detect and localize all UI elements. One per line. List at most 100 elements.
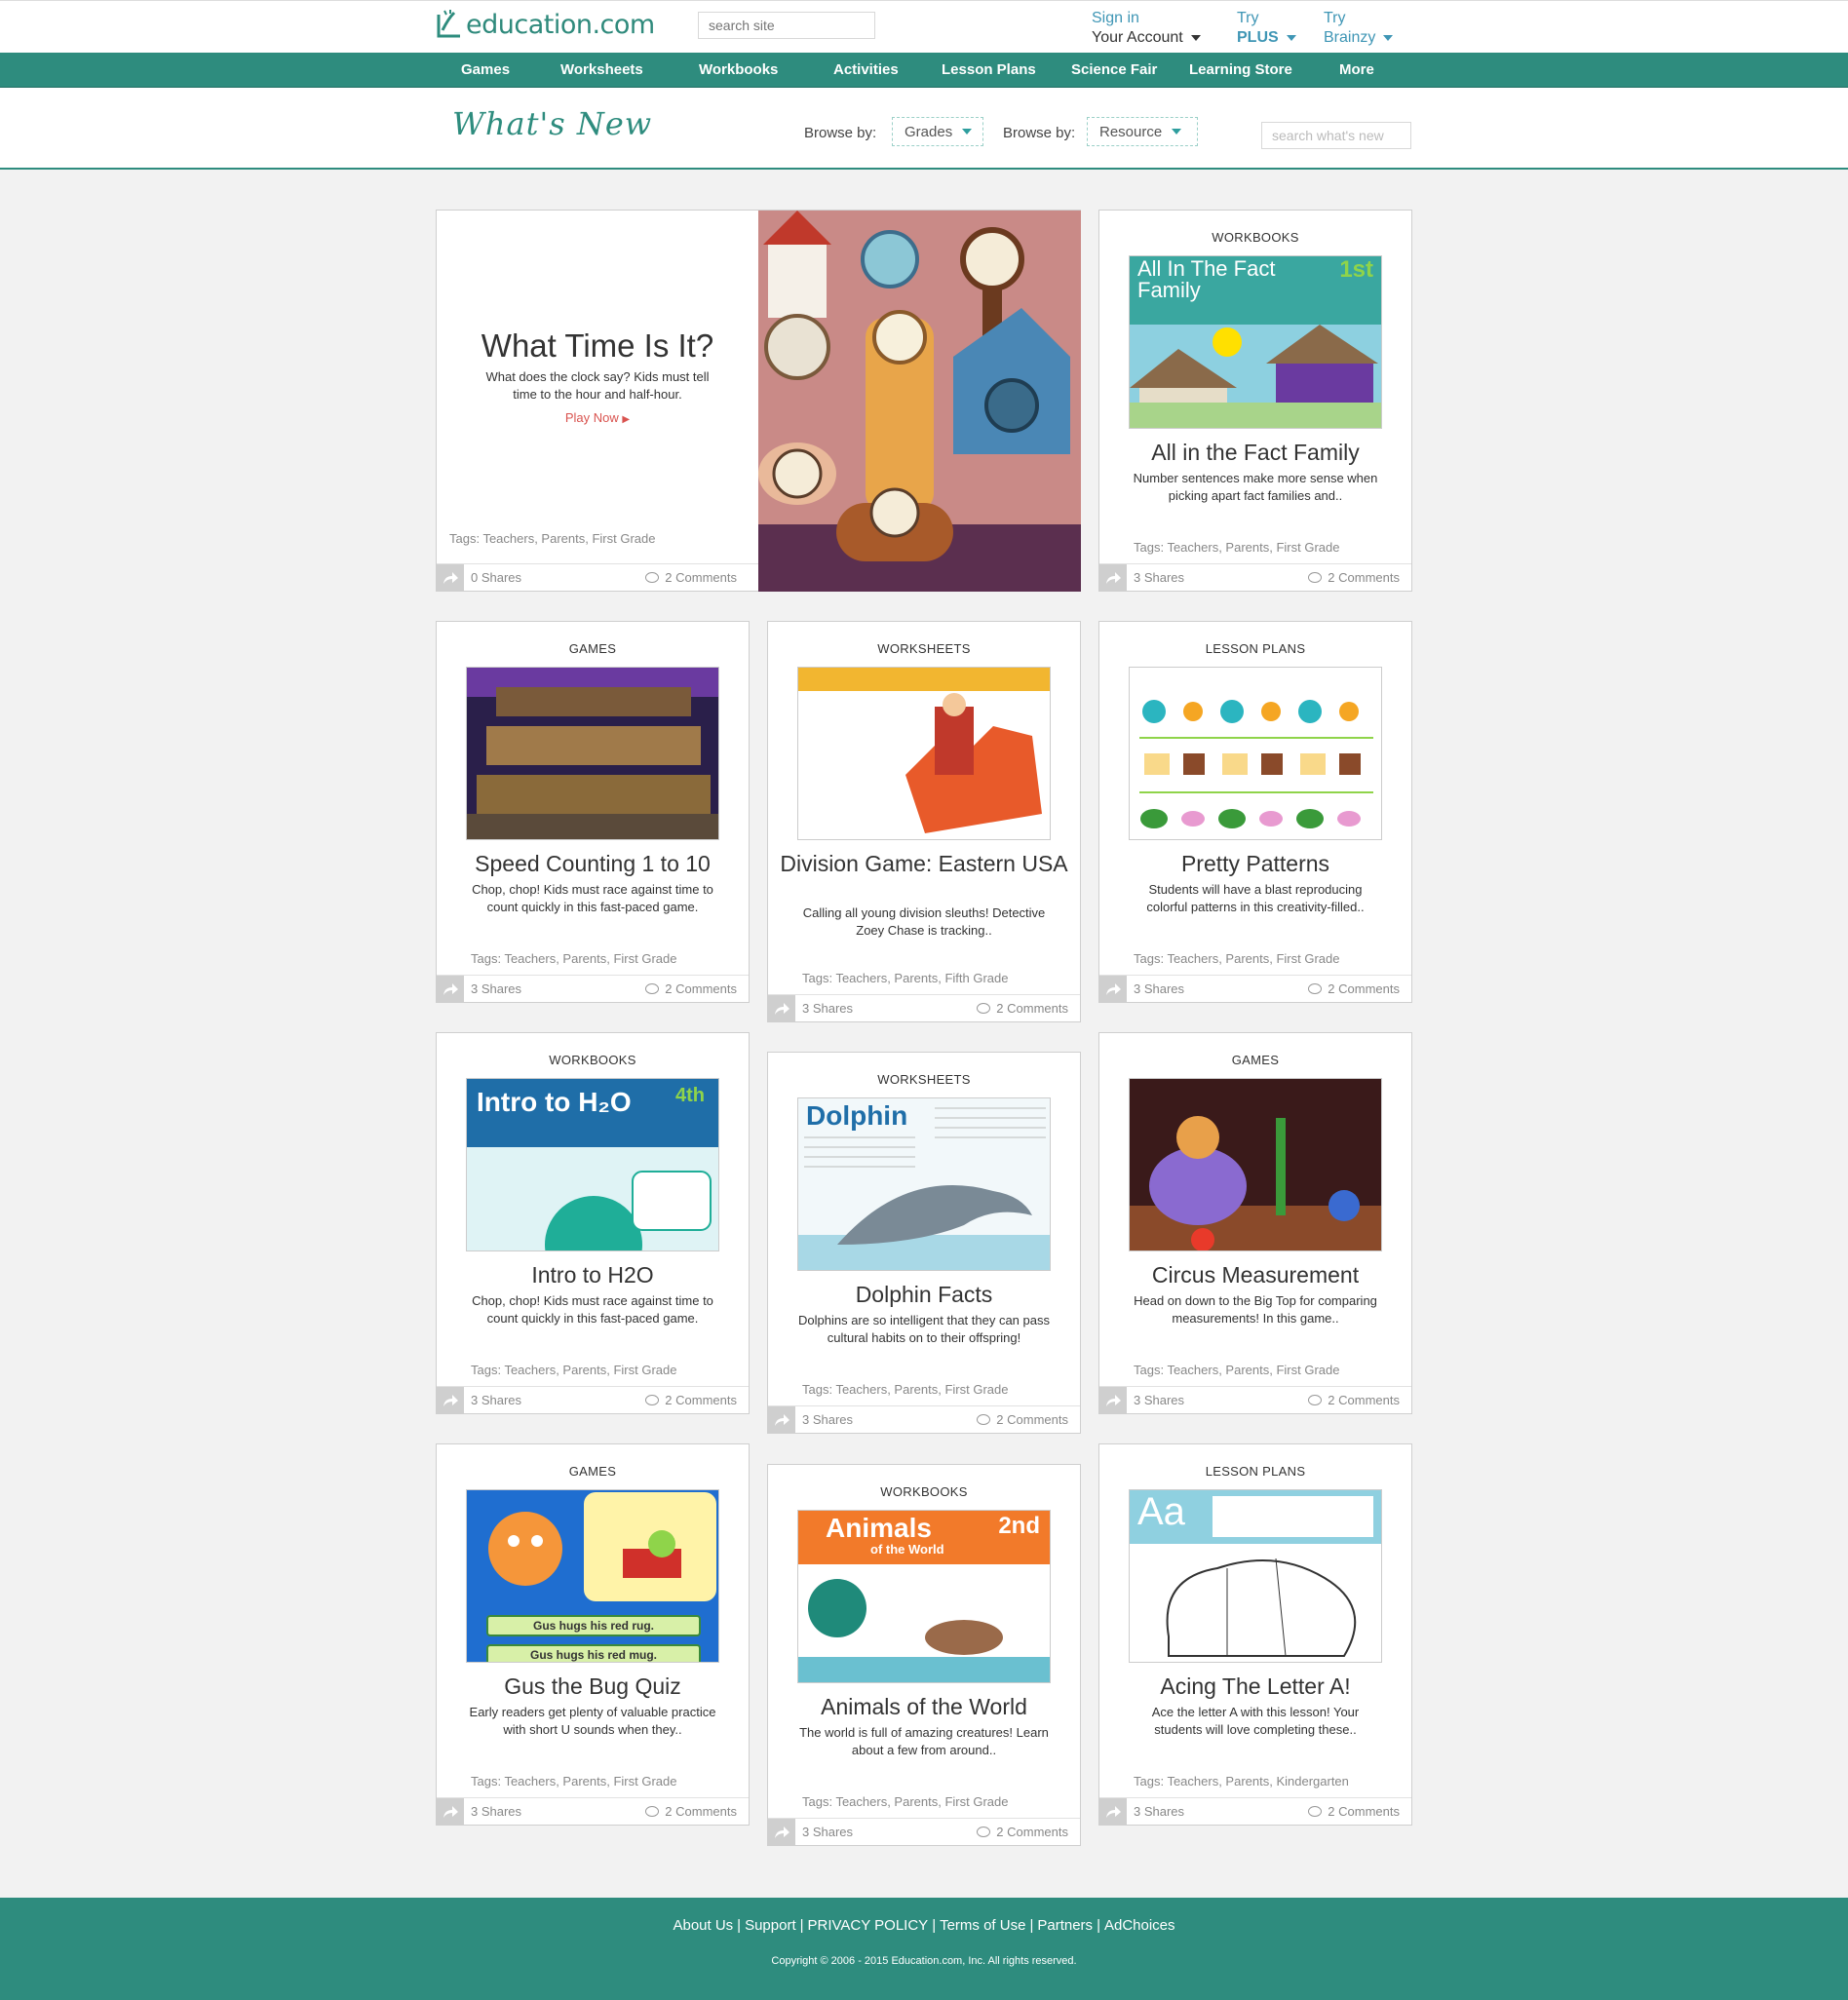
sign-in-link[interactable]: Sign in (1092, 9, 1201, 28)
try-plus-menu[interactable]: Try PLUS (1237, 9, 1296, 48)
featured-shares: 0 Shares (471, 570, 522, 585)
card-description: Chop, chop! Kids must race against time … (472, 1293, 713, 1326)
card-thumbnail[interactable] (1129, 667, 1382, 840)
share-icon[interactable] (437, 976, 464, 1002)
card-pretty-patterns[interactable]: LESSON PLANS Pretty Patterns Students wi… (1098, 621, 1412, 1003)
featured-image-clocks[interactable] (758, 211, 1081, 592)
card-thumbnail[interactable] (797, 667, 1051, 840)
card-title[interactable]: Speed Counting 1 to 10 (446, 851, 739, 876)
card-acing-the-letter-a[interactable]: LESSON PLANS Aa Acing The Letter A! Ace … (1098, 1443, 1412, 1826)
card-title[interactable]: Gus the Bug Quiz (446, 1673, 739, 1699)
chevron-down-icon (962, 129, 973, 135)
nav-item-activities[interactable]: Activities (833, 53, 899, 88)
card-title[interactable]: Circus Measurement (1109, 1262, 1402, 1288)
card-speed-counting[interactable]: GAMES Speed Counting 1 to 10 Chop, chop!… (436, 621, 750, 1003)
try-brainzy-menu[interactable]: Try Brainzy (1324, 9, 1394, 48)
comments-link[interactable]: 2 Comments (1308, 1804, 1400, 1819)
share-icon[interactable] (437, 1798, 464, 1825)
footer-link-about-us[interactable]: About Us (673, 1917, 733, 1934)
book-logo-icon (437, 10, 460, 38)
card-title[interactable]: Animals of the World (778, 1694, 1070, 1719)
comments-link[interactable]: 2 Comments (645, 981, 737, 996)
comments-link[interactable]: 2 Comments (1308, 1393, 1400, 1407)
share-icon[interactable] (768, 1819, 795, 1845)
card-gus-the-bug-quiz[interactable]: GAMES Gus hugs his red rug. Gus hugs his… (436, 1443, 750, 1826)
share-icon[interactable] (1099, 564, 1127, 591)
card-description: Number sentences make more sense when pi… (1133, 471, 1378, 503)
card-title[interactable]: Pretty Patterns (1109, 851, 1402, 876)
featured-description: What does the clock say? Kids must tell … (485, 369, 710, 402)
card-title[interactable]: Acing The Letter A! (1109, 1673, 1402, 1699)
comments-link[interactable]: 2 Comments (1308, 570, 1400, 585)
card-thumbnail[interactable]: Aa (1129, 1489, 1382, 1663)
card-thumbnail[interactable]: All In The Fact Family 1st (1129, 255, 1382, 429)
comments-link[interactable]: 2 Comments (645, 1804, 737, 1819)
share-icon[interactable] (1099, 1387, 1127, 1413)
card-thumbnail[interactable] (466, 667, 719, 840)
card-footer: 3 Shares 2 Comments (437, 1386, 749, 1413)
nav-item-learning-store[interactable]: Learning Store (1189, 53, 1292, 88)
card-division-game[interactable]: WORKSHEETS Division Game: Eastern USA Ca… (767, 621, 1081, 1022)
division-game-thumbnail (798, 668, 1050, 839)
card-description: Chop, chop! Kids must race against time … (472, 882, 713, 914)
whats-new-search-input[interactable]: search what's new (1261, 122, 1411, 149)
card-comments: 2 Comments (665, 1804, 737, 1819)
footer-link-partners[interactable]: Partners (1037, 1917, 1093, 1934)
card-footer: 3 Shares 2 Comments (768, 994, 1080, 1021)
play-now-link[interactable]: Play Now ▶ (437, 410, 758, 425)
comments-link[interactable]: 2 Comments (977, 1825, 1068, 1839)
site-search-input[interactable] (698, 12, 875, 39)
resource-select[interactable]: Resource (1087, 117, 1198, 146)
card-category: WORKBOOKS (880, 1484, 968, 1499)
featured-card[interactable]: What Time Is It? What does the clock say… (436, 210, 1081, 592)
card-thumbnail[interactable]: Intro to H₂O 4th (466, 1078, 719, 1251)
footer-link-privacy-policy[interactable]: PRIVACY POLICY (808, 1917, 929, 1934)
letter-a-thumb-text: Aa (1137, 1490, 1185, 1533)
nav-item-workbooks[interactable]: Workbooks (699, 53, 778, 88)
grades-select[interactable]: Grades (892, 117, 983, 146)
card-thumbnail[interactable]: Dolphin (797, 1097, 1051, 1271)
site-logo[interactable]: education.com (435, 7, 655, 42)
card-title[interactable]: All in the Fact Family (1109, 440, 1402, 465)
card-thumbnail[interactable]: Gus hugs his red rug. Gus hugs his red m… (466, 1489, 719, 1663)
card-thumbnail[interactable]: Animals of the World 2nd (797, 1510, 1051, 1683)
card-title[interactable]: Intro to H2O (446, 1262, 739, 1288)
h2o-thumb-text: Intro to H₂O (477, 1087, 632, 1117)
gus-bug-thumbnail (467, 1490, 718, 1662)
comments-link[interactable]: 2 Comments (977, 1412, 1068, 1427)
card-tags: Tags: Teachers, Parents, Kindergarten (1134, 1774, 1349, 1788)
nav-item-lesson-plans[interactable]: Lesson Plans (942, 53, 1036, 88)
comments-link[interactable]: 2 Comments (645, 570, 737, 585)
share-icon[interactable] (1099, 1798, 1127, 1825)
speed-counting-thumbnail (467, 668, 718, 839)
comments-link[interactable]: 2 Comments (977, 1001, 1068, 1016)
card-title[interactable]: Division Game: Eastern USA (778, 851, 1070, 876)
card-title[interactable]: Dolphin Facts (778, 1282, 1070, 1307)
quiz-answer-option: Gus hugs his red mug. (486, 1644, 701, 1662)
card-intro-to-h2o[interactable]: WORKBOOKS Intro to H₂O 4th Intro to H2O … (436, 1032, 750, 1414)
share-icon[interactable] (437, 564, 464, 591)
share-icon[interactable] (1099, 976, 1127, 1002)
nav-item-worksheets[interactable]: Worksheets (560, 53, 643, 88)
footer-link-adchoices[interactable]: AdChoices (1104, 1917, 1175, 1934)
card-dolphin-facts[interactable]: WORKSHEETS Dolphin Dolphin Facts Dolphin… (767, 1052, 1081, 1434)
nav-item-science-fair[interactable]: Science Fair (1071, 53, 1157, 88)
share-icon[interactable] (768, 1406, 795, 1433)
card-animals-of-the-world[interactable]: WORKBOOKS Animals of the World 2nd Anima… (767, 1464, 1081, 1846)
card-circus-measurement[interactable]: GAMES Circus Measurement Head on down to… (1098, 1032, 1412, 1414)
nav-item-more[interactable]: More (1339, 53, 1374, 88)
chevron-down-icon (1286, 35, 1296, 41)
footer-link-terms-of-use[interactable]: Terms of Use (940, 1917, 1025, 1934)
nav-item-games[interactable]: Games (461, 53, 510, 88)
share-icon[interactable] (437, 1387, 464, 1413)
card-shares: 3 Shares (802, 1001, 854, 1016)
comments-link[interactable]: 2 Comments (1308, 981, 1400, 996)
account-menu[interactable]: Sign in Your Account (1092, 9, 1201, 48)
featured-title[interactable]: What Time Is It? (437, 327, 758, 365)
footer-link-support[interactable]: Support (745, 1917, 796, 1934)
whats-new-bar: What's New Browse by: Grades Browse by: … (0, 88, 1848, 170)
card-thumbnail[interactable] (1129, 1078, 1382, 1251)
comments-link[interactable]: 2 Comments (645, 1393, 737, 1407)
card-all-in-the-fact-family[interactable]: WORKBOOKS All In The Fact Family 1st All… (1098, 210, 1412, 592)
share-icon[interactable] (768, 995, 795, 1021)
